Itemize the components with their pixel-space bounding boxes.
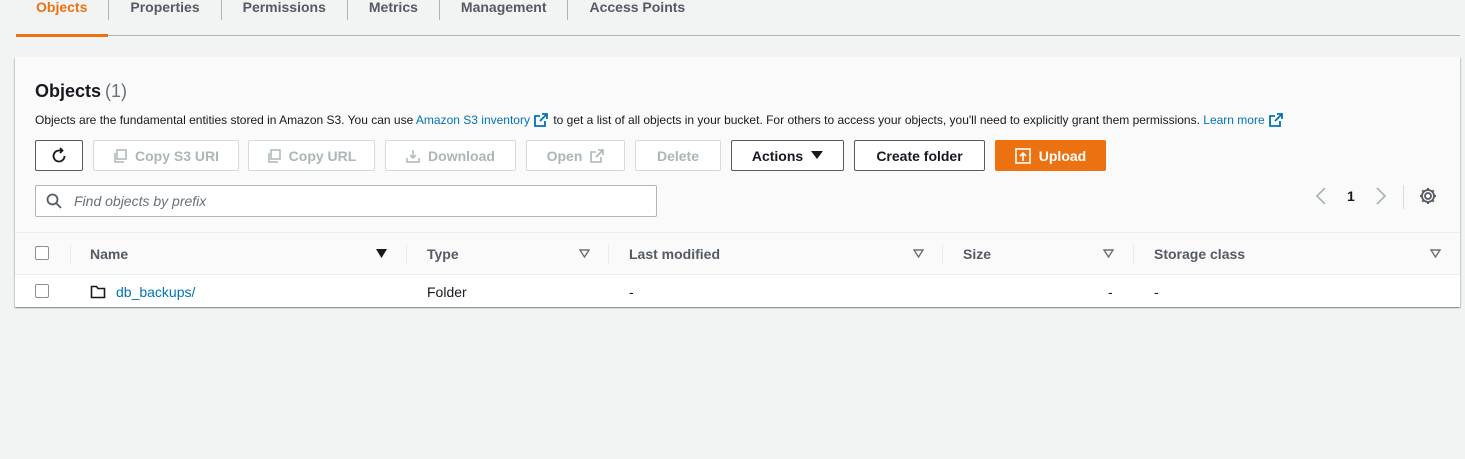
copy-s3-uri-button[interactable]: Copy S3 URI <box>93 140 239 171</box>
download-icon <box>406 149 420 163</box>
objects-panel: Objects (1) Objects are the fundamental e… <box>15 57 1460 307</box>
caret-down-icon <box>811 150 824 159</box>
open-button[interactable]: Open <box>526 140 625 171</box>
tab-bar: Objects Properties Permissions Metrics M… <box>16 0 1460 37</box>
s3-inventory-link[interactable]: Amazon S3 inventory <box>416 113 550 127</box>
current-page[interactable]: 1 <box>1347 188 1355 204</box>
refresh-button[interactable] <box>35 140 83 171</box>
chevron-right-icon[interactable] <box>1375 187 1387 205</box>
tab-metrics[interactable]: Metrics <box>348 0 439 35</box>
pagination: 1 <box>1315 187 1387 205</box>
sort-icon[interactable] <box>1103 249 1114 258</box>
tab-management[interactable]: Management <box>440 0 568 35</box>
sort-icon[interactable] <box>579 249 590 258</box>
sort-icon[interactable] <box>1430 249 1441 258</box>
copy-url-button[interactable]: Copy URL <box>248 140 375 171</box>
actions-dropdown[interactable]: Actions <box>731 140 844 171</box>
sort-icon[interactable] <box>913 249 924 258</box>
storage-class-cell: - <box>1154 283 1159 300</box>
external-link-icon <box>1268 113 1283 127</box>
copy-icon <box>267 148 281 163</box>
download-button[interactable]: Download <box>385 140 516 171</box>
upload-icon <box>1014 147 1031 164</box>
column-header-type[interactable]: Type <box>427 233 459 275</box>
row-checkbox[interactable] <box>35 284 49 298</box>
gear-icon[interactable] <box>1418 186 1438 206</box>
description-text: to get a list of all objects in your buc… <box>553 113 1200 127</box>
external-link-icon <box>534 113 548 127</box>
learn-more-link[interactable]: Learn more <box>1203 113 1284 127</box>
last-modified-cell: - <box>629 283 634 300</box>
column-divider <box>1133 244 1134 264</box>
column-divider <box>70 244 71 264</box>
tab-access-points[interactable]: Access Points <box>568 0 706 35</box>
page-title: Objects (1) <box>35 81 127 102</box>
column-header-storage-class[interactable]: Storage class <box>1154 233 1245 275</box>
create-folder-button[interactable]: Create folder <box>854 140 985 171</box>
external-link-icon <box>590 148 605 163</box>
column-divider <box>942 244 943 264</box>
tab-permissions[interactable]: Permissions <box>222 0 347 35</box>
column-header-name[interactable]: Name <box>90 233 128 275</box>
search-box <box>35 185 657 217</box>
select-all-checkbox[interactable] <box>35 246 49 260</box>
table-header: Name Type Last modified Size Storage cla… <box>15 233 1460 275</box>
refresh-icon <box>52 146 66 162</box>
delete-button[interactable]: Delete <box>635 140 721 171</box>
type-cell: Folder <box>427 283 467 300</box>
search-icon <box>46 193 62 209</box>
folder-link[interactable]: db_backups/ <box>116 284 195 300</box>
upload-button[interactable]: Upload <box>995 140 1106 171</box>
column-divider <box>406 244 407 264</box>
pagination-divider <box>1403 185 1404 209</box>
title-text: Objects <box>35 81 102 101</box>
table-row: db_backups/ Folder - - - <box>15 276 1460 307</box>
column-divider <box>608 244 609 264</box>
sort-descending-icon[interactable] <box>376 249 387 258</box>
description-text: Objects are the fundamental entities sto… <box>35 113 414 127</box>
name-cell: db_backups/ <box>90 276 195 307</box>
tab-objects[interactable]: Objects <box>16 0 109 37</box>
object-count: (1) <box>105 81 128 101</box>
size-cell: - <box>1108 283 1113 300</box>
column-header-size[interactable]: Size <box>963 233 991 275</box>
folder-icon <box>90 285 106 298</box>
description: Objects are the fundamental entities sto… <box>35 113 1285 127</box>
copy-icon <box>114 148 127 163</box>
objects-panel-header: Objects (1) Objects are the fundamental e… <box>15 57 1460 233</box>
column-header-last-modified[interactable]: Last modified <box>629 233 720 275</box>
search-input[interactable] <box>74 193 634 209</box>
tab-properties[interactable]: Properties <box>109 0 220 35</box>
chevron-left-icon[interactable] <box>1315 187 1327 205</box>
